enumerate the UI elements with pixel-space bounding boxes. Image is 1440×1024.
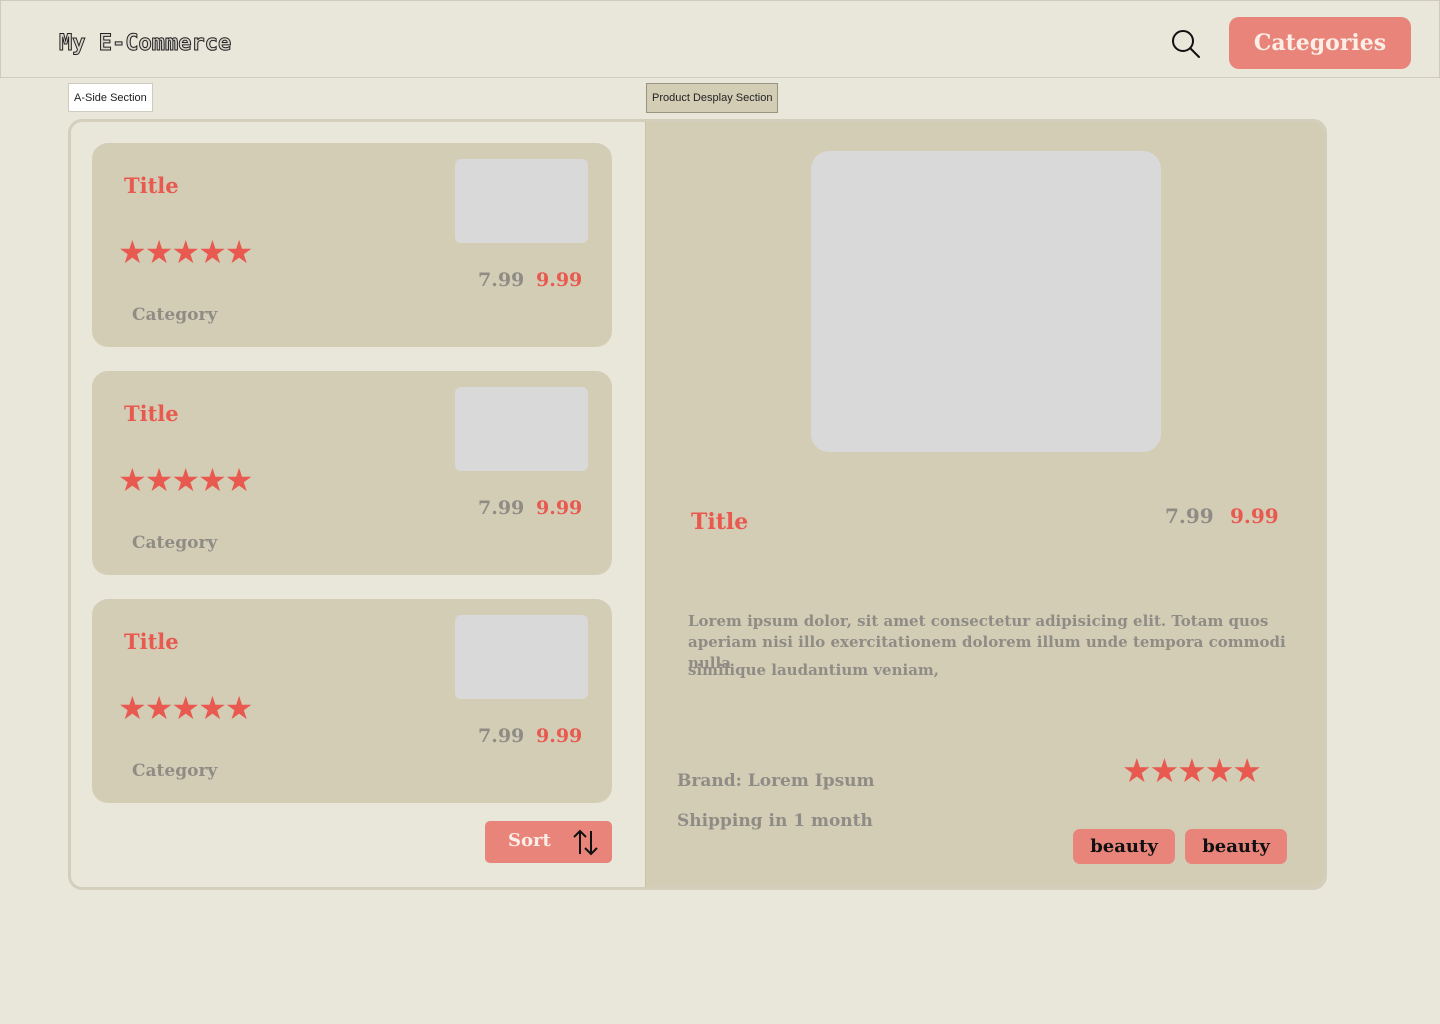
categories-button[interactable]: Categories: [1229, 17, 1411, 69]
product-card[interactable]: Title ★★★★★ 7.99 9.99 Category: [92, 371, 612, 575]
product-rating-stars: ★★★★★: [1122, 751, 1262, 790]
card-category: Category: [132, 761, 218, 781]
sort-arrows-icon: [571, 827, 601, 857]
product-old-price: 7.99: [1165, 504, 1214, 528]
card-old-price: 7.99: [478, 497, 525, 519]
card-title: Title: [124, 629, 179, 654]
product-section-tag: Product Desplay Section: [646, 83, 779, 113]
site-logo[interactable]: My E-Commerce: [58, 31, 231, 57]
product-title: Title: [691, 509, 749, 535]
product-brand: Brand: Lorem Ipsum: [677, 771, 875, 791]
product-tag[interactable]: beauty: [1185, 829, 1287, 864]
product-card[interactable]: Title ★★★★★ 7.99 9.99 Category: [92, 599, 612, 803]
card-image-placeholder: [455, 615, 588, 699]
card-old-price: 7.99: [478, 269, 525, 291]
card-category: Category: [132, 305, 218, 325]
search-icon[interactable]: [1169, 27, 1203, 61]
product-card[interactable]: Title ★★★★★ 7.99 9.99 Category: [92, 143, 612, 347]
card-new-price: 9.99: [536, 497, 583, 519]
card-rating-stars: ★★★★★: [118, 689, 253, 727]
sort-label: Sort: [508, 830, 551, 851]
card-rating-stars: ★★★★★: [118, 461, 253, 499]
product-image-placeholder: [811, 151, 1161, 452]
card-category: Category: [132, 533, 218, 553]
card-old-price: 7.99: [478, 725, 525, 747]
product-shipping: Shipping in 1 month: [677, 811, 873, 831]
card-title: Title: [124, 173, 179, 198]
card-new-price: 9.99: [536, 269, 583, 291]
card-rating-stars: ★★★★★: [118, 233, 253, 271]
card-image-placeholder: [455, 159, 588, 243]
product-new-price: 9.99: [1230, 504, 1279, 528]
product-tag[interactable]: beauty: [1073, 829, 1175, 864]
sort-button[interactable]: Sort: [485, 821, 612, 863]
card-new-price: 9.99: [536, 725, 583, 747]
top-header: My E-Commerce Categories: [0, 0, 1440, 78]
card-image-placeholder: [455, 387, 588, 471]
product-description-line2: similique laudantium veniam,: [688, 661, 940, 679]
aside-section-tag: A-Side Section: [68, 83, 153, 112]
card-title: Title: [124, 401, 179, 426]
